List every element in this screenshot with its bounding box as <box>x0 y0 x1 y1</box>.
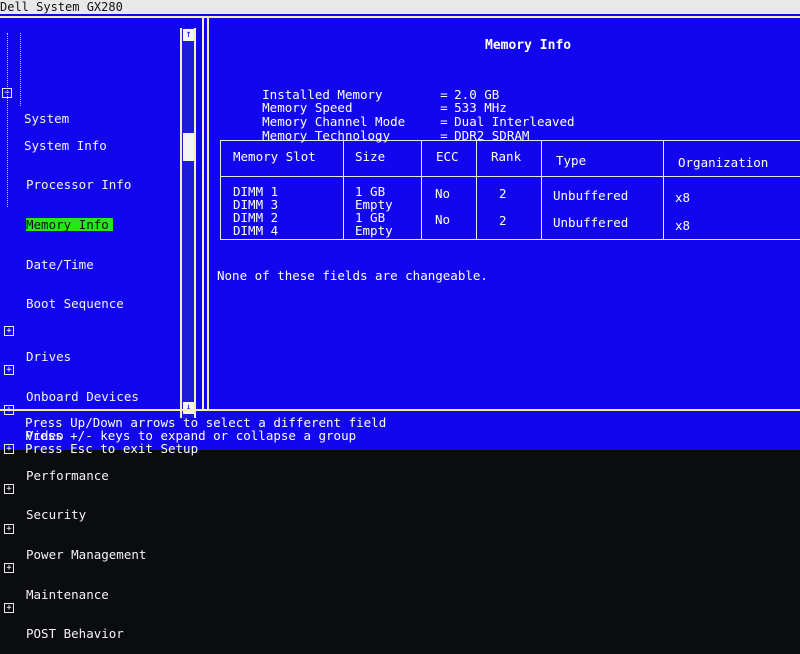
column-divider <box>476 141 477 239</box>
column-header-ecc: ECC <box>436 149 459 164</box>
tree-item-post-behavior[interactable]: + POST Behavior <box>2 601 178 640</box>
tree-item-onboard-devices[interactable]: + Onboard Devices <box>2 363 178 403</box>
expand-icon[interactable]: + <box>4 365 14 376</box>
cell-rank: 2 <box>499 186 507 201</box>
column-header-type: Type <box>556 153 587 168</box>
cell-rank: 2 <box>499 213 507 228</box>
cell-type: Unbuffered <box>553 188 629 203</box>
tree-item-memory-info[interactable]: Memory Info <box>2 205 178 232</box>
tree-item-maintenance[interactable]: + Maintenance <box>2 561 178 601</box>
window-title: Dell System GX280 <box>0 0 800 14</box>
cell-ecc: No <box>435 186 451 201</box>
bios-screen: − System System Info Processor Info Memo… <box>0 14 800 640</box>
column-header-size: Size <box>355 149 386 164</box>
column-header-rank: Rank <box>491 149 522 164</box>
tree-item-drives[interactable]: + Drives <box>2 324 178 363</box>
expand-icon[interactable]: + <box>4 602 14 613</box>
column-header-organization: Organization <box>678 155 769 170</box>
column-header-memory-slot: Memory Slot <box>233 149 316 164</box>
tree-item-boot-sequence[interactable]: Boot Sequence <box>2 284 178 310</box>
tree-item-power-management[interactable]: + Power Management <box>2 522 178 561</box>
column-divider <box>343 141 344 239</box>
column-divider <box>663 141 664 239</box>
tree-item-date-time[interactable]: Date/Time <box>2 244 178 270</box>
cell-size: Empty <box>355 223 393 238</box>
tree-item-security[interactable]: + Security <box>2 482 178 522</box>
cell-slot: DIMM 4 <box>233 223 279 238</box>
expand-icon[interactable]: + <box>4 325 14 336</box>
memory-info-panel: Memory Info Installed Memory = 2.0 GB Memo… <box>210 20 800 413</box>
tree-item-processor-info[interactable]: Processor Info <box>2 165 178 191</box>
tree-scrollbar[interactable]: ↑ ↓ <box>180 28 196 418</box>
setup-tree: − System System Info Processor Info Memo… <box>2 20 178 640</box>
memory-slot-table: Memory Slot Size ECC Rank Type Organizat… <box>220 140 800 240</box>
help-line: Press Esc to exit Setup <box>25 441 199 456</box>
expand-icon[interactable]: + <box>4 523 14 534</box>
frame-top <box>0 16 800 18</box>
scroll-thumb[interactable] <box>183 133 194 161</box>
tree-item-system-info[interactable]: System Info <box>2 126 178 152</box>
expand-icon[interactable]: + <box>4 483 14 494</box>
frame-right-divider <box>207 18 209 411</box>
table-header-divider <box>221 176 800 177</box>
tree-item-system[interactable]: − System <box>2 86 178 126</box>
collapse-icon[interactable]: − <box>2 88 12 99</box>
panel-title: Memory Info <box>485 38 572 53</box>
frame-left-divider <box>202 16 204 411</box>
expand-icon[interactable]: + <box>4 563 14 574</box>
column-divider <box>421 141 422 239</box>
help-bar: Press Up/Down arrows to select a differe… <box>0 409 800 456</box>
column-divider <box>541 141 542 239</box>
cell-type: Unbuffered <box>553 215 629 230</box>
scroll-up-icon[interactable]: ↑ <box>183 29 194 41</box>
cell-organization: x8 <box>675 190 691 205</box>
cell-organization: x8 <box>675 218 691 233</box>
cell-ecc: No <box>435 212 451 227</box>
setup-tree-panel: − System System Info Processor Info Memo… <box>0 20 200 640</box>
read-only-note: None of these fields are changeable. <box>217 268 488 283</box>
